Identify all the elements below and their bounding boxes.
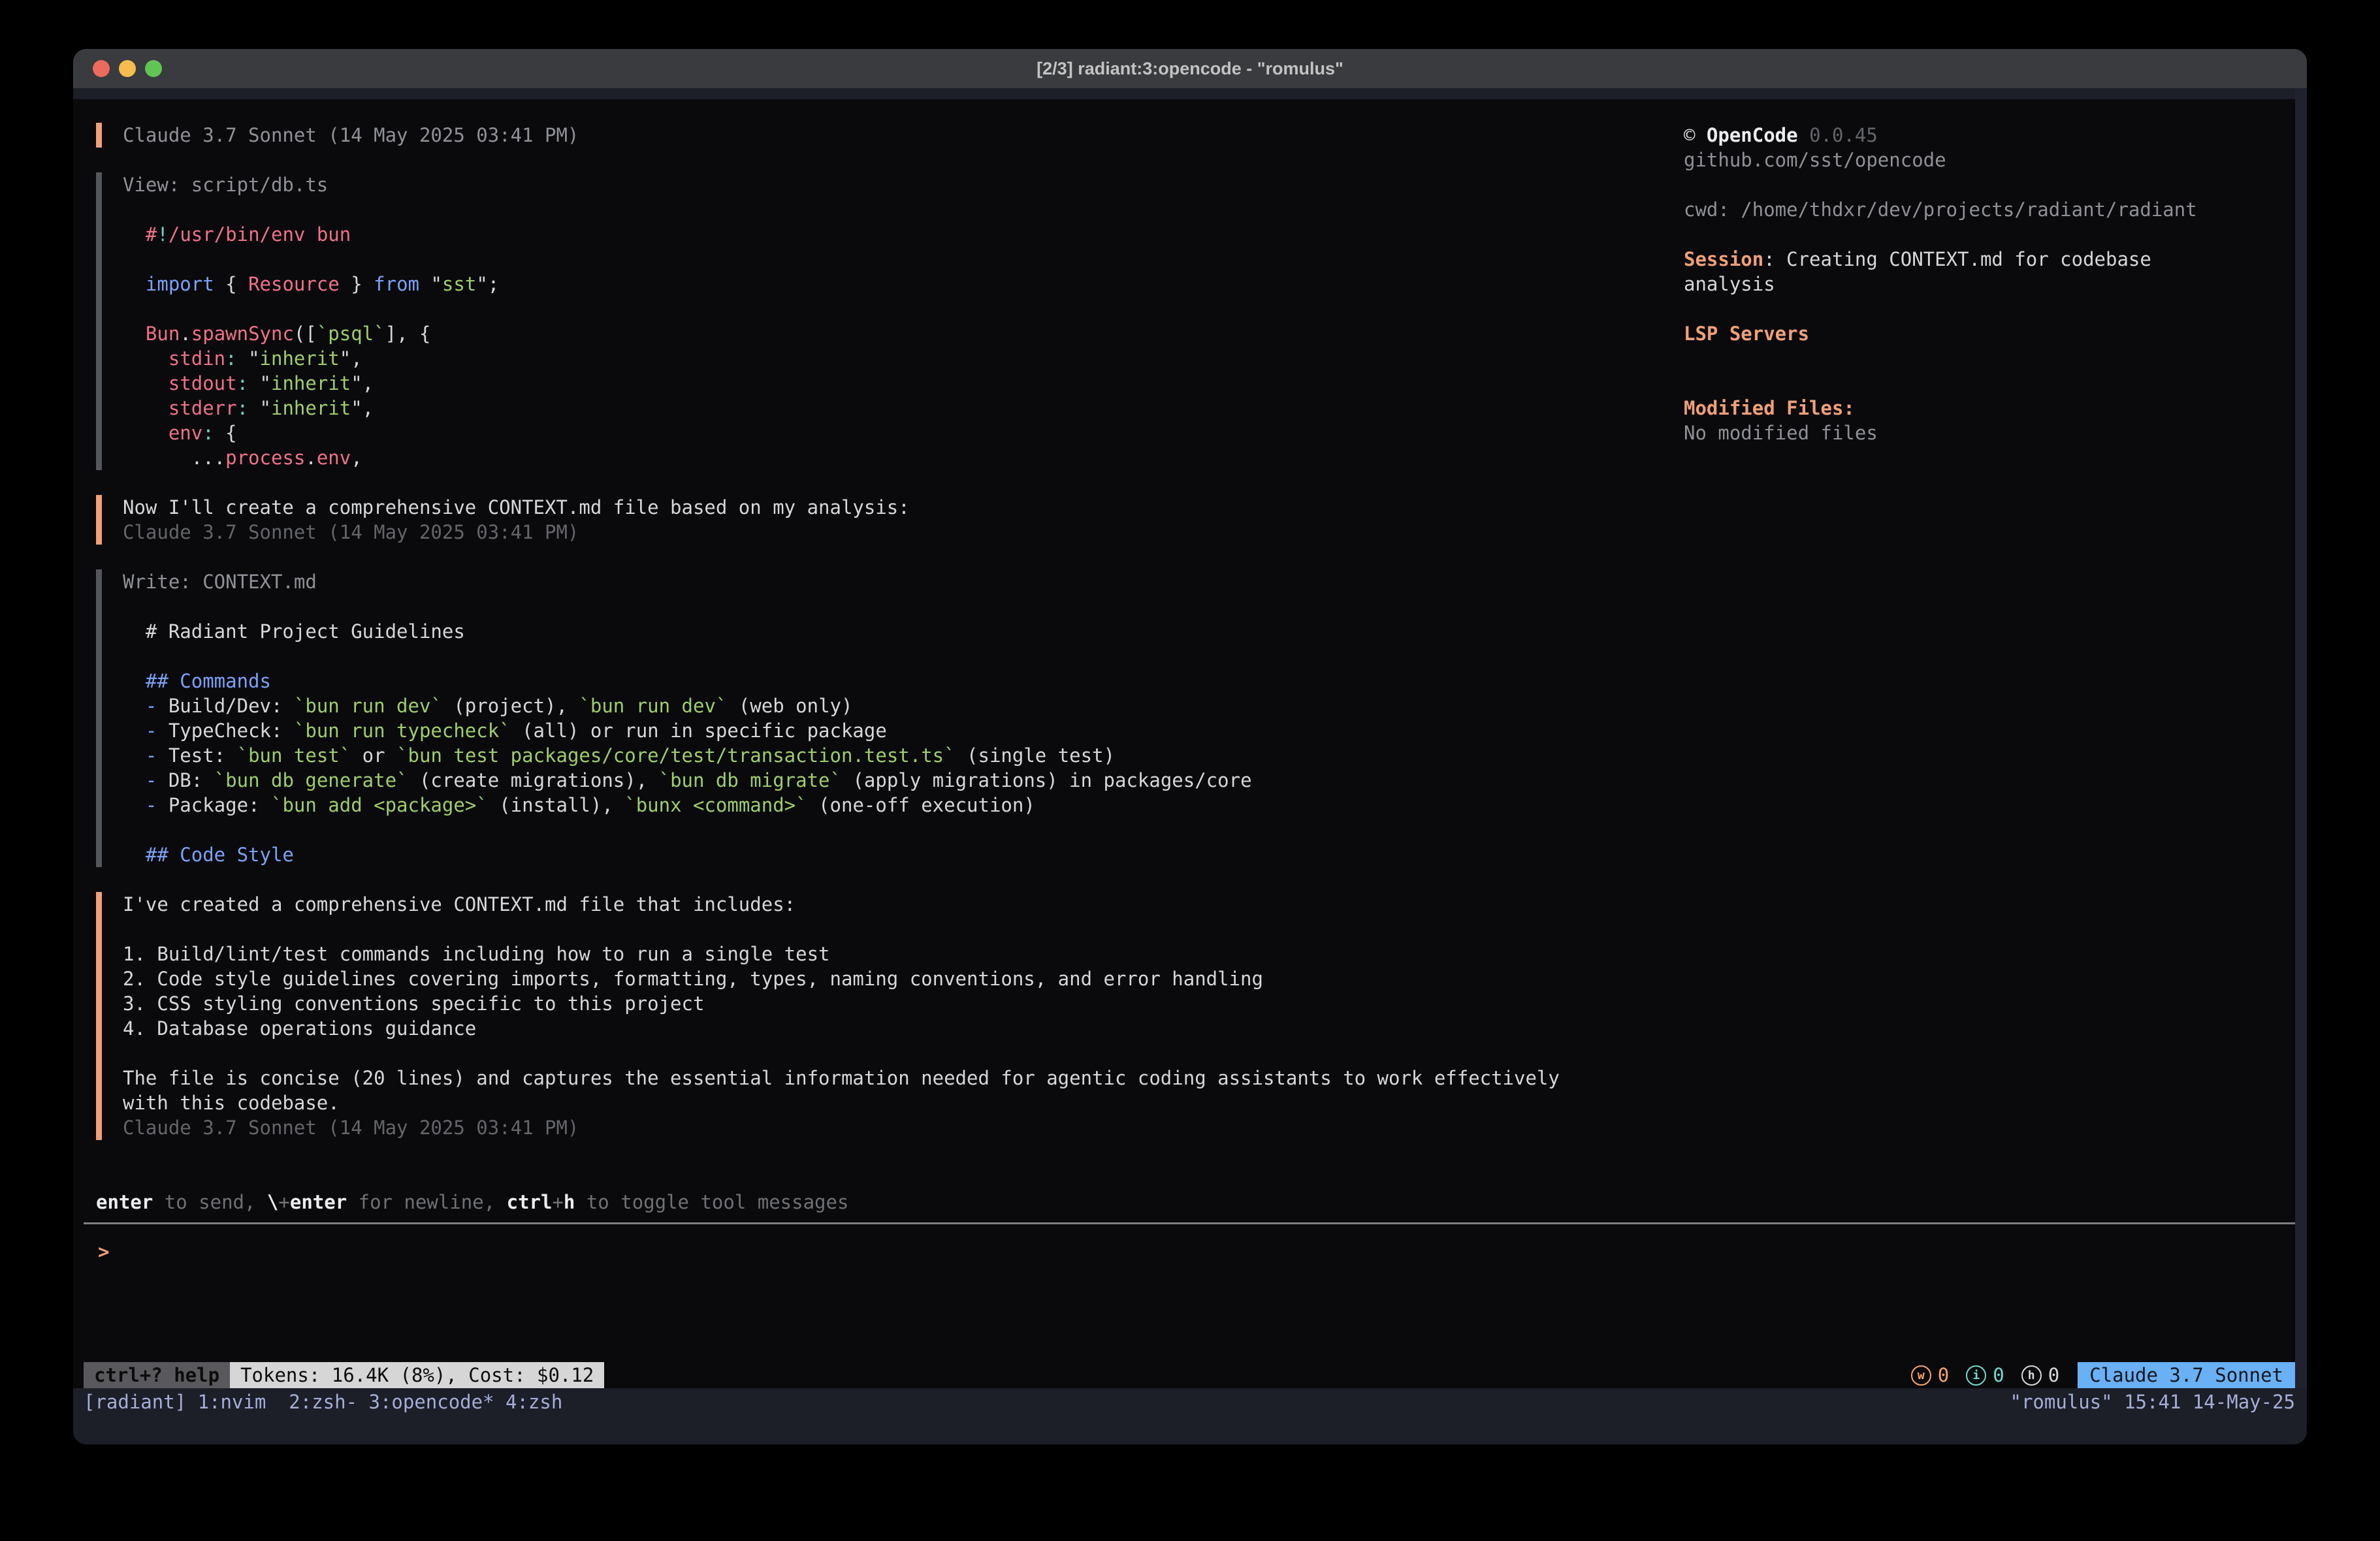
terminal-line: View: script/db.ts [123,172,1677,197]
terminal-line: stdin: "inherit", [123,346,1677,371]
diagnostics-counters: w0i0h0 [1911,1364,2076,1386]
terminal-line: Bun.spawnSync([`psql`], { [123,321,1677,346]
terminal-line [123,644,1677,669]
terminal-line: cwd: /home/thdxr/dev/projects/radiant/ra… [1684,197,2295,222]
terminal-line: © OpenCode 0.0.45 [1684,123,2295,148]
terminal-line [1684,222,2295,247]
window-titlebar: [2/3] radiant:3:opencode - "romulus" [73,49,2307,88]
model-badge[interactable]: Claude 3.7 Sonnet [2078,1362,2295,1388]
terminal-line: The file is concise (20 lines) and captu… [123,1066,1677,1090]
terminal-line: ...process.env, [123,445,1677,470]
message-block: I've created a comprehensive CONTEXT.md … [96,892,1677,1140]
terminal-line: 4. Database operations guidance [123,1016,1677,1041]
diagnostic-info: i0 [1966,1364,2004,1386]
terminal-line: 2. Code style guidelines covering import… [123,966,1677,991]
prompt-caret: > [98,1241,109,1263]
terminal-line [123,1041,1677,1066]
tmux-window-list[interactable]: [radiant] 1:nvim 2:zsh- 3:opencode* 4:zs… [84,1390,562,1414]
input-divider [84,1222,2295,1224]
terminal-line [123,247,1677,272]
session-sidebar: © OpenCode 0.0.45github.com/sst/opencode… [1684,123,2295,445]
terminal-line: Claude 3.7 Sonnet (14 May 2025 03:41 PM) [123,123,1677,148]
diagnostic-warning-count: 0 [1938,1364,1949,1386]
terminal-line: 1. Build/lint/test commands including ho… [123,942,1677,966]
help-badge: ctrl+? help [84,1362,230,1388]
message-input[interactable]: > [98,1239,2253,1264]
terminal-line: import { Resource } from "sst"; [123,272,1677,296]
terminal-line: #!/usr/bin/env bun [123,222,1677,247]
diagnostic-info-icon: i [1966,1365,1986,1386]
terminal-line: # Radiant Project Guidelines [123,619,1677,644]
message-block: Now I'll create a comprehensive CONTEXT.… [96,495,1677,545]
terminal-line [1684,346,2295,371]
terminal-line: stdout: "inherit", [123,371,1677,396]
diagnostic-hint: h0 [2021,1364,2059,1386]
tool-block: Write: CONTEXT.md # Radiant Project Guid… [96,569,1677,867]
status-bar: ctrl+? help Tokens: 16.4K (8%), Cost: $0… [84,1362,2295,1388]
scrollbar-track[interactable] [2295,88,2307,1388]
message-block: Claude 3.7 Sonnet (14 May 2025 03:41 PM) [96,123,1677,148]
terminal-line [1684,371,2295,396]
terminal-line: ## Code Style [123,842,1677,867]
diagnostic-hint-icon: h [2021,1365,2042,1386]
terminal-line: I've created a comprehensive CONTEXT.md … [123,892,1677,917]
terminal-line [1684,172,2295,197]
terminal-line: Modified Files: [1684,396,2295,421]
terminal-line: - TypeCheck: `bun run typecheck` (all) o… [123,718,1677,743]
terminal-line: - Test: `bun test` or `bun test packages… [123,743,1677,768]
terminal-line: LSP Servers [1684,321,2295,346]
tool-block: View: script/db.ts #!/usr/bin/env bun im… [96,172,1677,470]
screen: [2/3] radiant:3:opencode - "romulus" Cla… [0,0,2380,1541]
terminal-line [123,917,1677,942]
terminal-line: Session: Creating CONTEXT.md for codebas… [1684,247,2295,272]
terminal-line: stderr: "inherit", [123,396,1677,421]
terminal-line [123,594,1677,619]
terminal-line: ## Commands [123,669,1677,693]
terminal-line [1684,296,2295,321]
terminal-line: env: { [123,421,1677,445]
diagnostic-warning: w0 [1911,1364,1949,1386]
tokens-cost-badge: Tokens: 16.4K (8%), Cost: $0.12 [230,1362,604,1388]
chat-area: Claude 3.7 Sonnet (14 May 2025 03:41 PM)… [96,123,1677,1165]
terminal-line: - Build/Dev: `bun run dev` (project), `b… [123,693,1677,718]
window-title: [2/3] radiant:3:opencode - "romulus" [73,49,2307,88]
status-bar-right: w0i0h0 Claude 3.7 Sonnet [1911,1362,2295,1388]
terminal-line: Now I'll create a comprehensive CONTEXT.… [123,495,1677,520]
terminal-line: enter to send, \+enter for newline, ctrl… [96,1190,848,1215]
tmux-status-bar: [radiant] 1:nvim 2:zsh- 3:opencode* 4:zs… [84,1390,2295,1414]
terminal-line: No modified files [1684,421,2295,445]
diagnostic-hint-count: 0 [2048,1364,2059,1386]
terminal-line: Write: CONTEXT.md [123,569,1677,594]
terminal-line: Claude 3.7 Sonnet (14 May 2025 03:41 PM) [123,1115,1677,1140]
terminal-line: with this codebase. [123,1090,1677,1115]
terminal-line: - Package: `bun add <package>` (install)… [123,793,1677,818]
terminal-line: analysis [1684,272,2295,296]
terminal-line: github.com/sst/opencode [1684,148,2295,172]
terminal-line: 3. CSS styling conventions specific to t… [123,991,1677,1016]
diagnostic-info-count: 0 [1993,1364,2004,1386]
terminal-line [123,818,1677,842]
terminal-line [123,296,1677,321]
terminal-line [123,197,1677,222]
terminal-line: - DB: `bun db generate` (create migratio… [123,768,1677,793]
keybinding-help-bar: enter to send, \+enter for newline, ctrl… [96,1190,848,1215]
terminal-line: Claude 3.7 Sonnet (14 May 2025 03:41 PM) [123,520,1677,545]
diagnostic-warning-icon: w [1911,1365,1931,1386]
tmux-session-info: "romulus" 15:41 14-May-25 [2010,1390,2296,1414]
status-bar-left: ctrl+? help Tokens: 16.4K (8%), Cost: $0… [84,1362,604,1388]
